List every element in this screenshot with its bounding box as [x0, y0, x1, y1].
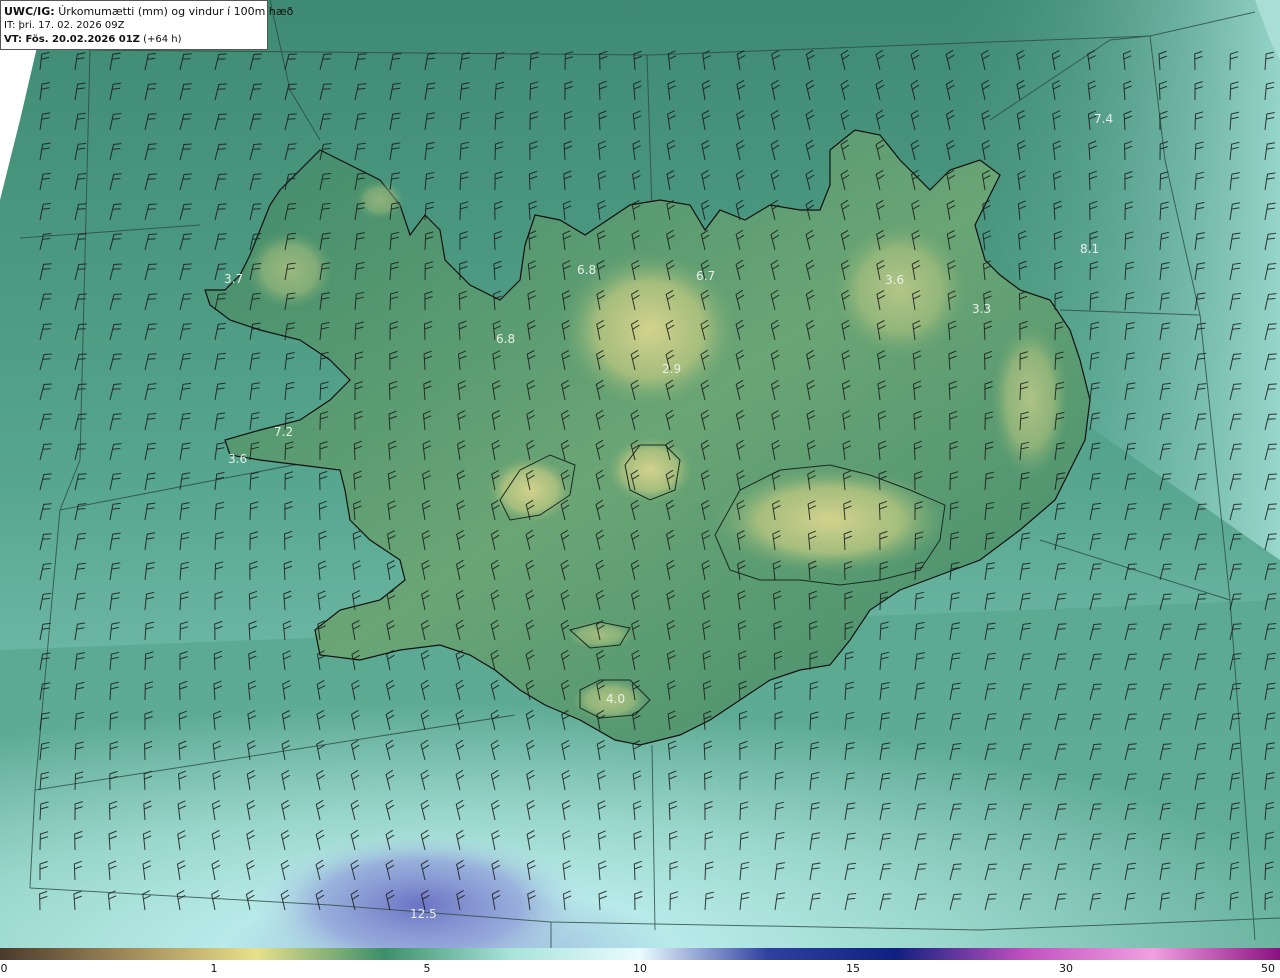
precip-label: 6.7 — [696, 269, 715, 283]
precipitation-map-canvas: 7.4 8.1 3.7 6.8 6.7 3.6 3.3 6.8 2.9 7.2 … — [0, 0, 1280, 948]
colorbar-tick: 0 — [0, 962, 8, 975]
precip-colorbar: 0 1 5 10 15 30 50 — [0, 948, 1280, 978]
title-line: UWC/IG: Úrkomumætti (mm) og vindur í 100… — [4, 5, 293, 19]
valid-time-line: VT: Fös. 20.02.2026 01Z (+64 h) — [4, 33, 264, 47]
precip-label: 4.0 — [606, 692, 625, 706]
precip-label: 6.8 — [496, 332, 515, 346]
colorbar-tick: 1 — [210, 962, 218, 975]
precip-label: 12.5 — [410, 907, 437, 921]
precip-label: 8.1 — [1080, 242, 1099, 256]
colorbar-tick: 15 — [846, 962, 860, 975]
colorbar-tick: 50 — [1261, 962, 1275, 975]
init-time: IT: þri. 17. 02. 2026 09Z — [4, 20, 125, 31]
model-code: UWC/IG: — [4, 5, 55, 18]
valid-time: VT: Fös. 20.02.2026 01Z — [4, 34, 140, 45]
precip-label: 2.9 — [662, 362, 681, 376]
weather-map: 7.4 8.1 3.7 6.8 6.7 3.6 3.3 6.8 2.9 7.2 … — [0, 0, 1280, 978]
colorbar-tick: 10 — [633, 962, 647, 975]
colorbar-tick: 5 — [423, 962, 431, 975]
precip-label: 3.6 — [885, 273, 904, 287]
precip-label: 7.2 — [274, 425, 293, 439]
precip-label: 3.7 — [224, 272, 243, 286]
map-title: Úrkomumætti (mm) og vindur í 100m hæð — [58, 5, 294, 18]
lead-time: (+64 h) — [143, 34, 182, 45]
precip-label: 6.8 — [577, 263, 596, 277]
precip-label: 3.3 — [972, 302, 991, 316]
map-info-box: UWC/IG: Úrkomumætti (mm) og vindur í 100… — [0, 0, 293, 50]
precip-label: 7.4 — [1094, 112, 1113, 126]
colorbar-tick: 30 — [1059, 962, 1073, 975]
precip-label: 3.6 — [228, 452, 247, 466]
colorbar-strip — [0, 948, 1280, 960]
